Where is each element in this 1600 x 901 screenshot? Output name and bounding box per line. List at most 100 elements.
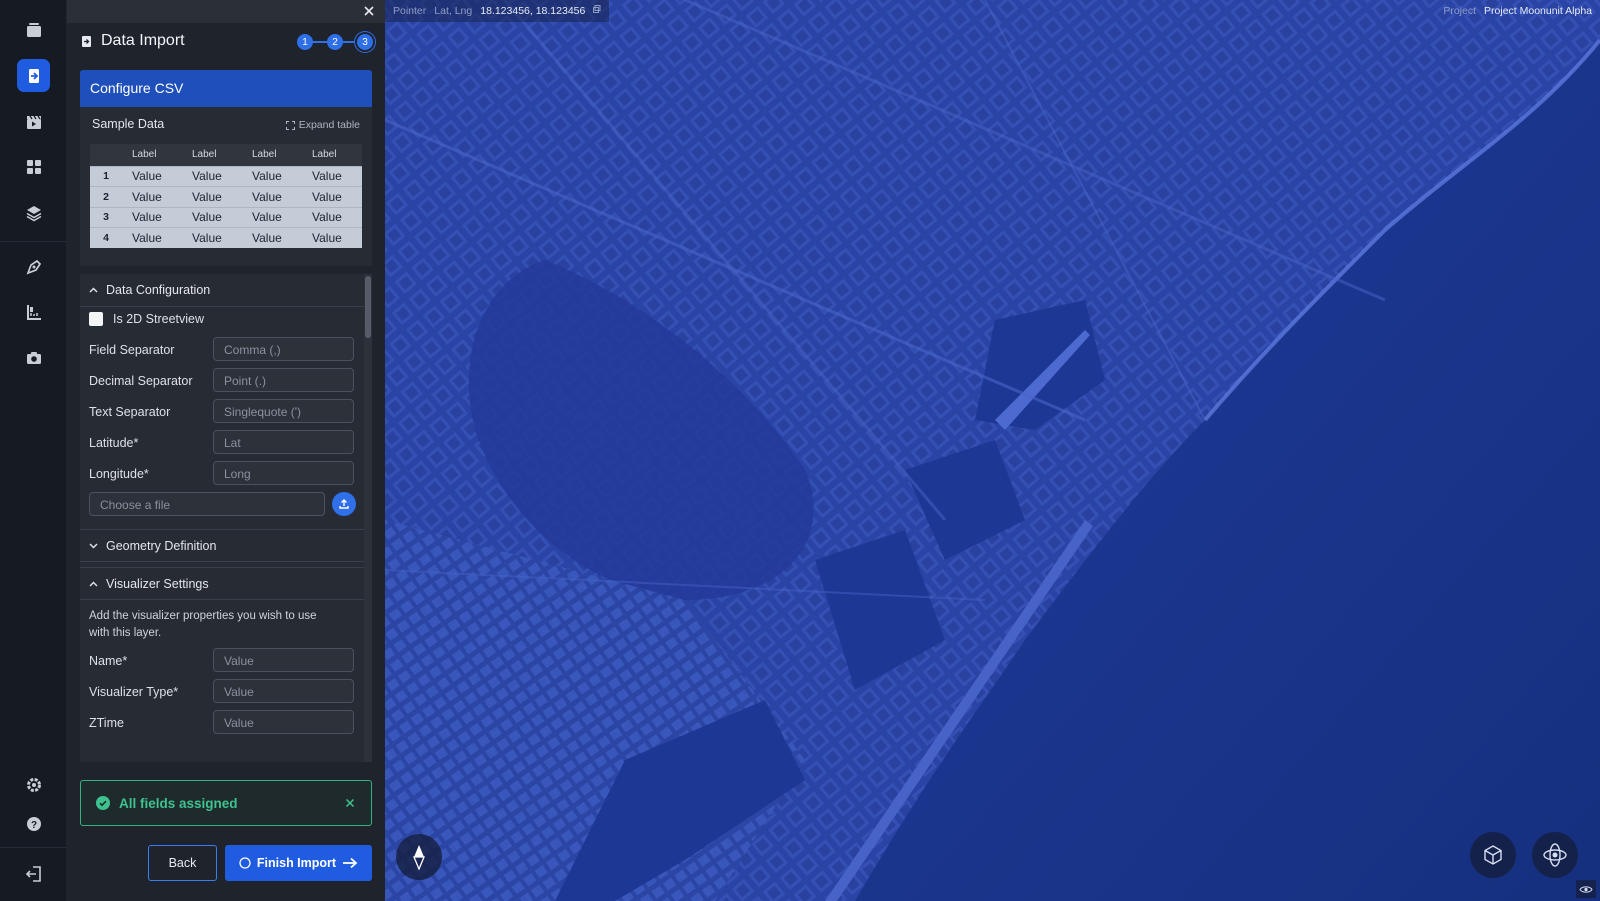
config-scroll-area: Data Configuration Is 2D Streetview Fiel… — [80, 274, 372, 762]
longitude-input[interactable]: Long — [213, 461, 354, 485]
latitude-input[interactable]: Lat — [213, 430, 354, 454]
row-index: 4 — [90, 227, 122, 248]
app-rail: ? — [0, 0, 67, 901]
3d-view-button[interactable] — [1470, 832, 1516, 878]
layers-icon[interactable] — [17, 196, 50, 229]
chevron-down-icon — [89, 543, 98, 548]
table-cell: Value — [242, 206, 302, 228]
row-index: 1 — [90, 165, 122, 187]
step-3[interactable]: 3 — [357, 34, 373, 50]
visualizer-type-input[interactable]: Value — [213, 679, 354, 703]
text-separator-label: Text Separator — [89, 405, 171, 419]
panel-header-bar — [67, 0, 385, 23]
table-cell: Value — [122, 165, 182, 187]
table-cell: Value — [182, 206, 242, 228]
table-cell: Value — [242, 165, 302, 187]
data-import-panel: Data Import 1 2 3 Configure CSV Sample D… — [67, 0, 385, 901]
geometry-definition-toggle[interactable]: Geometry Definition — [80, 529, 364, 562]
row-index: 2 — [90, 186, 122, 207]
section-title: Data Configuration — [106, 283, 211, 297]
step-2[interactable]: 2 — [327, 34, 343, 50]
help-icon[interactable]: ? — [17, 807, 50, 840]
close-icon[interactable] — [361, 3, 377, 19]
longitude-label: Longitude* — [89, 467, 149, 481]
ztime-input[interactable]: Value — [213, 710, 354, 734]
column-header: Label — [302, 144, 362, 166]
table-cell: Value — [242, 227, 302, 248]
configure-csv-header: Configure CSV — [80, 70, 372, 107]
sample-data-heading: Sample Data — [92, 117, 165, 131]
project-readout: Project Project Moonunit Alpha — [1443, 0, 1592, 22]
pen-nib-icon[interactable] — [17, 250, 50, 283]
table-corner — [90, 144, 122, 166]
visualizer-name-label: Name* — [89, 654, 128, 668]
compass-button[interactable] — [396, 834, 442, 880]
field-separator-label: Field Separator — [89, 343, 175, 357]
gear-icon[interactable] — [17, 768, 50, 801]
data-import-icon[interactable] — [17, 59, 50, 92]
column-header: Label — [122, 144, 182, 166]
step-1[interactable]: 1 — [297, 34, 313, 50]
map-view[interactable]: Pointer Lat, Lng 18.123456, 18.123456 Pr… — [385, 0, 1600, 901]
table-cell: Value — [302, 206, 362, 228]
upload-button[interactable] — [332, 492, 356, 516]
back-button[interactable]: Back — [148, 845, 217, 881]
data-import-icon — [82, 35, 91, 47]
ruler-measure-icon[interactable] — [17, 295, 50, 328]
latlng-value: 18.123456, 18.123456 — [480, 5, 586, 17]
field-separator-input[interactable]: Comma (,) — [213, 337, 354, 361]
ztime-label: ZTime — [89, 716, 124, 730]
svg-text:?: ? — [30, 820, 36, 831]
data-configuration-toggle[interactable]: Data Configuration — [80, 274, 364, 307]
table-cell: Value — [182, 186, 242, 207]
projects-icon[interactable] — [17, 13, 50, 46]
row-index: 3 — [90, 206, 122, 228]
film-clapper-icon[interactable] — [17, 105, 50, 138]
column-header: Label — [182, 144, 242, 166]
visualizer-settings-toggle[interactable]: Visualizer Settings — [80, 567, 364, 600]
file-chooser-input[interactable]: Choose a file — [89, 492, 325, 516]
decimal-separator-label: Decimal Separator — [89, 374, 193, 388]
satellite-map[interactable] — [385, 0, 1600, 901]
visibility-toggle[interactable] — [1576, 880, 1596, 898]
decimal-separator-input[interactable]: Point (.) — [213, 368, 354, 392]
expand-icon — [285, 120, 295, 130]
orbit-button[interactable] — [1532, 832, 1578, 878]
expand-table-button[interactable]: Expand table — [285, 119, 360, 131]
sample-table: Label Label Label Label 1 Value Value Va… — [90, 144, 362, 248]
step-indicator: 1 2 3 — [297, 34, 373, 50]
chevron-up-icon — [89, 581, 98, 586]
pointer-label: Pointer — [393, 5, 427, 17]
table-cell: Value — [122, 206, 182, 228]
latlng-label: Lat, Lng — [434, 5, 473, 17]
close-icon[interactable] — [343, 796, 357, 810]
table-row: 2 Value Value Value Value — [90, 186, 362, 207]
table-header-row: Label Label Label Label — [90, 144, 362, 166]
column-header: Label — [242, 144, 302, 166]
visualizer-name-input[interactable]: Value — [213, 648, 354, 672]
arrow-right-icon — [343, 857, 358, 869]
visualizer-description: Add the visualizer properties you wish t… — [89, 610, 317, 639]
alert-text: All fields assigned — [119, 795, 238, 811]
dashboard-grid-icon[interactable] — [17, 150, 50, 183]
scrollbar-thumb[interactable] — [365, 276, 371, 338]
table-row: 4 Value Value Value Value — [90, 227, 362, 248]
scrollbar[interactable] — [364, 274, 372, 762]
check-circle-icon — [96, 796, 110, 810]
table-cell: Value — [302, 165, 362, 187]
finish-import-button[interactable]: Finish Import — [225, 845, 372, 881]
visualizer-type-label: Visualizer Type* — [89, 685, 179, 699]
camera-icon[interactable] — [17, 341, 50, 374]
table-cell: Value — [122, 227, 182, 248]
streetview-checkbox[interactable] — [89, 312, 103, 326]
page-title: Data Import — [81, 32, 185, 50]
copy-icon[interactable] — [593, 5, 601, 13]
text-separator-input[interactable]: Singlequote (') — [213, 399, 354, 423]
pointer-readout: Pointer Lat, Lng 18.123456, 18.123456 — [385, 0, 610, 22]
spinner-icon — [239, 857, 251, 869]
table-cell: Value — [182, 227, 242, 248]
project-name: Project Moonunit Alpha — [1484, 5, 1592, 17]
logout-icon[interactable] — [17, 857, 50, 890]
streetview-label: Is 2D Streetview — [113, 312, 205, 326]
table-cell: Value — [302, 227, 362, 248]
